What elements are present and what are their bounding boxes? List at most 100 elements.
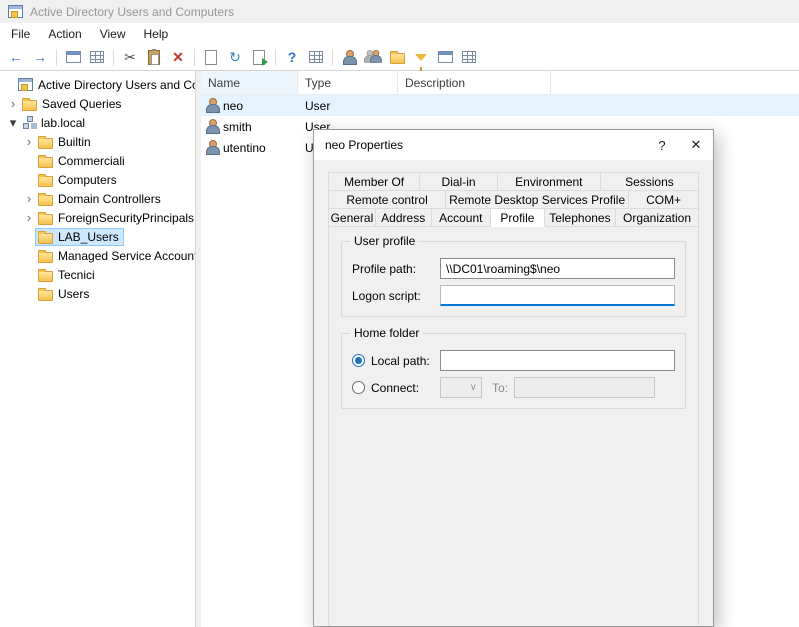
window-option-icon[interactable] [433, 46, 457, 68]
tab-com-plus[interactable]: COM+ [628, 190, 699, 209]
neo-properties-dialog: neo Properties ? ✕ Member Of Dial-in Env… [313, 129, 714, 627]
tree-item-users[interactable]: Users [0, 284, 195, 303]
folder-icon [38, 214, 53, 225]
tab-general[interactable]: General [328, 208, 376, 227]
local-path-input[interactable] [440, 350, 675, 371]
drive-letter-dropdown[interactable]: ∨ [440, 377, 482, 398]
funnel-icon [415, 54, 427, 61]
connect-row: Connect: ∨ To: [352, 377, 675, 398]
local-path-radio[interactable] [352, 354, 365, 367]
folder-icon [390, 53, 405, 64]
folder-icon [38, 252, 53, 263]
tab-sessions[interactable]: Sessions [600, 172, 699, 191]
local-path-row: Local path: [352, 350, 675, 371]
person-icon [343, 50, 355, 65]
expander-icon[interactable]: ▾ [6, 115, 20, 131]
menu-help[interactable]: Help [135, 25, 178, 43]
column-header-type[interactable]: Type [298, 71, 398, 94]
document-icon [205, 50, 217, 65]
menu-action[interactable]: Action [39, 25, 90, 43]
tab-row-2: Remote control Remote Desktop Services P… [328, 190, 699, 209]
logon-script-label: Logon script: [352, 289, 440, 303]
tab-environment[interactable]: Environment [497, 172, 601, 191]
logon-script-input[interactable] [440, 285, 675, 306]
tree-item-domain-controllers[interactable]: › Domain Controllers [0, 189, 195, 208]
document-export-icon [253, 50, 265, 65]
chevron-down-icon: ∨ [470, 382, 477, 393]
tree-item-commerciali[interactable]: Commerciali [0, 151, 195, 170]
window-icon [438, 51, 453, 63]
tree-item-lab-users[interactable]: LAB_Users [0, 227, 195, 246]
connect-radio[interactable] [352, 381, 365, 394]
connect-to-input[interactable] [514, 377, 655, 398]
tab-strip: Member Of Dial-in Environment Sessions R… [328, 172, 699, 227]
paste-icon[interactable] [142, 46, 166, 68]
folder-icon [38, 157, 53, 168]
menubar: File Action View Help [0, 23, 799, 44]
help-icon[interactable]: ? [280, 46, 304, 68]
list-row-neo[interactable]: neo User [201, 95, 799, 116]
tab-remote-control[interactable]: Remote control [328, 190, 446, 209]
profile-path-label: Profile path: [352, 262, 440, 276]
tab-row-3: General Address Account Profile Telephon… [328, 208, 699, 227]
cut-icon[interactable]: ✂ [118, 46, 142, 68]
list-option-icon[interactable] [457, 46, 481, 68]
toolbar-separator [194, 49, 195, 66]
expander-icon[interactable]: › [22, 210, 36, 225]
tab-remote-desktop-services-profile[interactable]: Remote Desktop Services Profile [445, 190, 629, 209]
tab-telephones[interactable]: Telephones [544, 208, 616, 227]
cell-name: neo [223, 99, 243, 113]
console-root-icon [18, 78, 33, 91]
new-user-icon[interactable] [337, 46, 361, 68]
profile-path-input[interactable] [440, 258, 675, 279]
expander-icon[interactable]: › [22, 134, 36, 149]
new-group-icon[interactable] [361, 46, 385, 68]
properties-icon[interactable] [199, 46, 223, 68]
window-icon [66, 51, 81, 63]
dialog-close-button[interactable]: ✕ [679, 130, 713, 160]
tree-item-lab-local[interactable]: ▾ lab.local [0, 113, 195, 132]
expander-icon[interactable]: › [6, 96, 20, 111]
folder-icon [38, 176, 53, 187]
menu-file[interactable]: File [2, 25, 39, 43]
expander-icon[interactable]: › [22, 191, 36, 206]
delete-icon[interactable]: ✕ [166, 46, 190, 68]
user-icon [206, 98, 218, 113]
tab-member-of[interactable]: Member Of [328, 172, 420, 191]
column-header-description[interactable]: Description [398, 71, 551, 94]
tree-item-aduc-root[interactable]: Active Directory Users and Computers [0, 75, 195, 94]
cell-name: smith [223, 120, 252, 134]
refresh-icon[interactable]: ↻ [223, 46, 247, 68]
tab-profile[interactable]: Profile [490, 208, 545, 227]
tab-address[interactable]: Address [375, 208, 432, 227]
user-icon [206, 140, 218, 155]
tab-dial-in[interactable]: Dial-in [419, 172, 498, 191]
tree-item-builtin[interactable]: › Builtin [0, 132, 195, 151]
tree-item-saved-queries[interactable]: › Saved Queries [0, 94, 195, 113]
user-profile-group: User profile Profile path: Logon script: [341, 241, 686, 317]
table-icon [462, 51, 476, 63]
dialog-help-button[interactable]: ? [645, 130, 679, 160]
tree-item-managed-service-accounts[interactable]: Managed Service Accounts [0, 246, 195, 265]
show-console-tree-icon[interactable] [61, 46, 85, 68]
titlebar: Active Directory Users and Computers [0, 0, 799, 23]
new-ou-icon[interactable] [385, 46, 409, 68]
tree-item-computers[interactable]: Computers [0, 170, 195, 189]
tree-item-foreign-security-principals[interactable]: › ForeignSecurityPrincipals [0, 208, 195, 227]
tab-account[interactable]: Account [431, 208, 492, 227]
toolbar-separator [332, 49, 333, 66]
advanced-view-icon[interactable] [304, 46, 328, 68]
profile-tab-page: User profile Profile path: Logon script:… [328, 226, 699, 627]
export-list-icon[interactable] [247, 46, 271, 68]
column-header-name[interactable]: Name [201, 71, 298, 94]
toolbar-separator [275, 49, 276, 66]
tree-item-tecnici[interactable]: Tecnici [0, 265, 195, 284]
user-profile-legend: User profile [350, 234, 419, 248]
filter-icon[interactable] [409, 46, 433, 68]
menu-view[interactable]: View [91, 25, 135, 43]
back-icon[interactable]: ← [4, 46, 28, 68]
console-tree: Active Directory Users and Computers › S… [0, 71, 196, 627]
forward-icon[interactable]: → [28, 46, 52, 68]
list-view-icon[interactable] [85, 46, 109, 68]
tab-organization[interactable]: Organization [615, 208, 699, 227]
